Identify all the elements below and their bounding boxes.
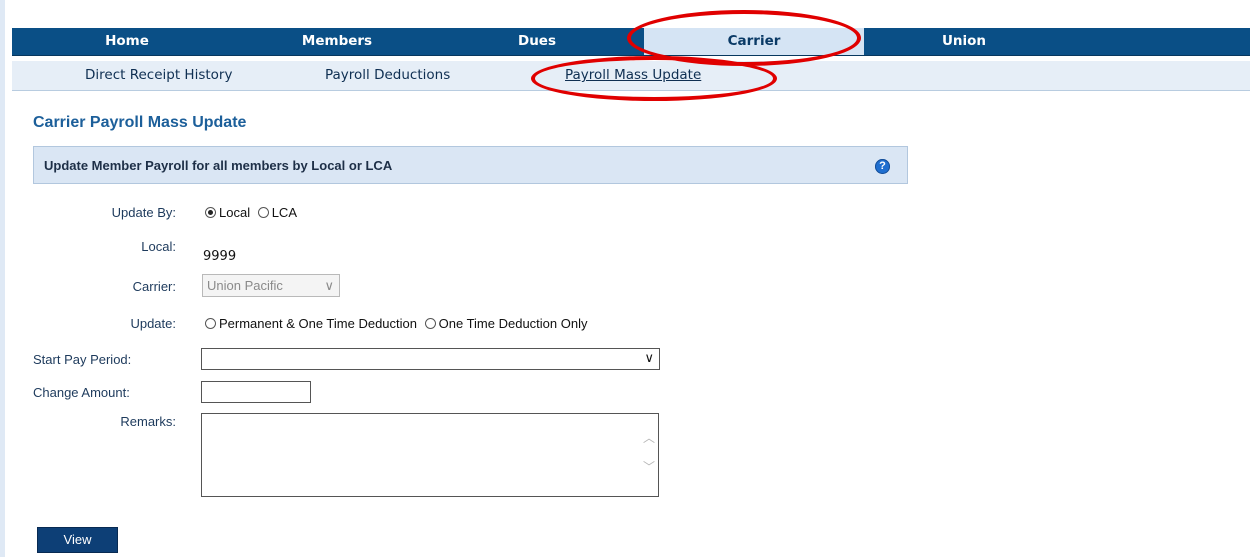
- help-icon[interactable]: ?: [875, 159, 890, 174]
- local-label: Local:: [141, 239, 176, 254]
- radio-one-time-only-label: One Time Deduction Only: [438, 316, 588, 331]
- change-amount-input[interactable]: [201, 381, 311, 403]
- scroll-up-icon[interactable]: ︿: [643, 429, 655, 446]
- page-title: Carrier Payroll Mass Update: [33, 114, 247, 131]
- page-left-rule: [0, 0, 5, 557]
- start-pay-period-label: Start Pay Period:: [33, 352, 132, 367]
- main-nav: Home Members Dues Carrier Union: [12, 28, 1250, 56]
- update-radio-group: Permanent & One Time Deduction One Time …: [205, 316, 587, 331]
- radio-local-label: Local: [219, 205, 251, 220]
- radio-one-time-only[interactable]: [424, 318, 436, 329]
- section-header: Update Member Payroll for all members by…: [33, 146, 908, 184]
- carrier-label: Carrier:: [132, 279, 176, 294]
- section-header-text: Update Member Payroll for all members by…: [44, 158, 393, 173]
- update-label: Update:: [130, 316, 176, 331]
- radio-lca-label: LCA: [271, 205, 297, 220]
- remarks-label: Remarks:: [120, 414, 176, 429]
- scroll-down-icon[interactable]: ﹀: [643, 458, 655, 475]
- start-pay-period-select[interactable]: ∨: [201, 348, 660, 370]
- tab-home[interactable]: Home: [12, 28, 242, 55]
- change-amount-label: Change Amount:: [33, 385, 130, 400]
- carrier-select: Union Pacific ∨: [202, 274, 340, 297]
- remarks-textarea[interactable]: ︿ ﹀: [201, 413, 659, 497]
- view-button[interactable]: View: [37, 527, 118, 553]
- local-value: 9999: [203, 249, 237, 264]
- update-by-label: Update By:: [111, 205, 176, 220]
- subnav-direct-receipt-history[interactable]: Direct Receipt History: [85, 61, 232, 90]
- radio-permanent-and-one-time-label: Permanent & One Time Deduction: [219, 316, 417, 331]
- subnav-payroll-mass-update[interactable]: Payroll Mass Update: [565, 61, 701, 90]
- radio-lca[interactable]: [257, 207, 269, 218]
- tab-dues[interactable]: Dues: [432, 28, 642, 55]
- chevron-down-icon: ∨: [324, 278, 334, 293]
- remarks-scrollbar[interactable]: ︿ ﹀: [641, 414, 658, 496]
- subnav-payroll-deductions[interactable]: Payroll Deductions: [325, 61, 450, 90]
- sub-nav: Direct Receipt History Payroll Deduction…: [12, 61, 1250, 91]
- tab-members[interactable]: Members: [242, 28, 432, 55]
- chevron-down-icon: ∨: [644, 350, 654, 365]
- radio-permanent-and-one-time[interactable]: [205, 318, 216, 329]
- update-by-radio-group: Local LCA: [205, 205, 297, 220]
- tab-union[interactable]: Union: [864, 28, 1064, 55]
- carrier-select-value: Union Pacific: [207, 278, 283, 293]
- tab-carrier[interactable]: Carrier: [644, 28, 864, 55]
- radio-local[interactable]: [205, 207, 216, 218]
